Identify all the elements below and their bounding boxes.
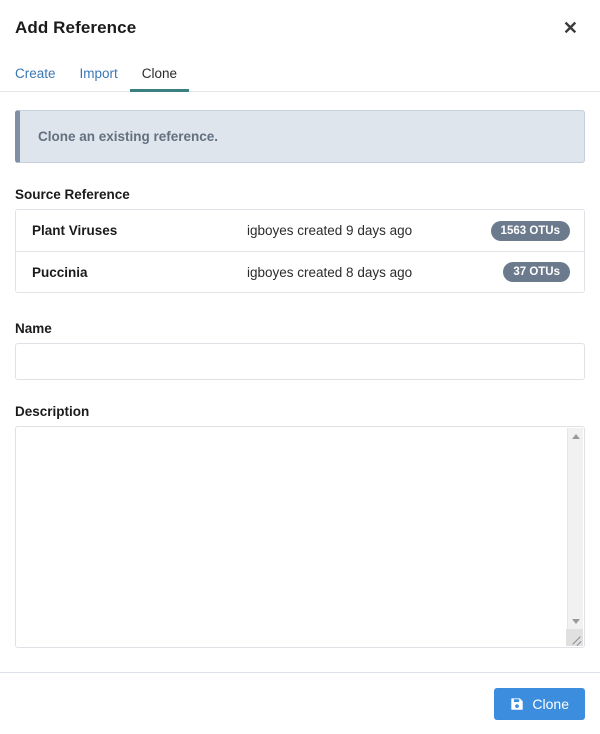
dialog-body: Clone an existing reference. Source Refe…: [0, 92, 600, 672]
reference-meta: igboyes created 8 days ago: [247, 264, 413, 280]
reference-meta: igboyes created 9 days ago: [247, 223, 413, 238]
dialog-header: Add Reference ✕: [0, 0, 600, 56]
name-label: Name: [15, 321, 52, 336]
tab-bar: Create Import Clone: [0, 56, 600, 92]
tab-create[interactable]: Create: [15, 66, 68, 93]
dialog-footer: Clone: [0, 672, 600, 734]
save-icon: [510, 697, 524, 711]
source-reference-label: Source Reference: [15, 187, 130, 202]
description-textarea[interactable]: [15, 426, 585, 648]
scroll-up-arrow-icon[interactable]: [568, 428, 584, 444]
textarea-scrollbar[interactable]: [567, 428, 583, 646]
tab-clone[interactable]: Clone: [129, 66, 190, 92]
clone-button-label: Clone: [532, 695, 569, 712]
source-reference-list: Plant Viruses igboyes created 9 days ago…: [15, 209, 585, 293]
tab-import[interactable]: Import: [68, 66, 130, 93]
reference-name: Plant Viruses: [32, 223, 118, 238]
clone-button[interactable]: Clone: [494, 687, 585, 720]
otu-count-badge: 1563 OTUs: [490, 220, 570, 241]
list-item[interactable]: Puccinia igboyes created 8 days ago 37 O…: [16, 251, 584, 292]
info-alert: Clone an existing reference.: [15, 110, 585, 163]
resize-handle-icon[interactable]: [566, 629, 583, 646]
list-item[interactable]: Plant Viruses igboyes created 9 days ago…: [16, 210, 584, 251]
otu-count-badge: 37 OTUs: [503, 262, 570, 282]
close-icon[interactable]: ✕: [559, 17, 582, 39]
add-reference-dialog: Add Reference ✕ Create Import Clone Clon…: [0, 0, 600, 734]
scroll-down-arrow-icon[interactable]: [568, 613, 584, 629]
reference-name: Puccinia: [32, 264, 88, 280]
dialog-title: Add Reference: [15, 18, 137, 37]
name-input[interactable]: [15, 343, 585, 380]
description-label: Description: [15, 404, 90, 419]
description-field-wrapper: [15, 426, 585, 648]
